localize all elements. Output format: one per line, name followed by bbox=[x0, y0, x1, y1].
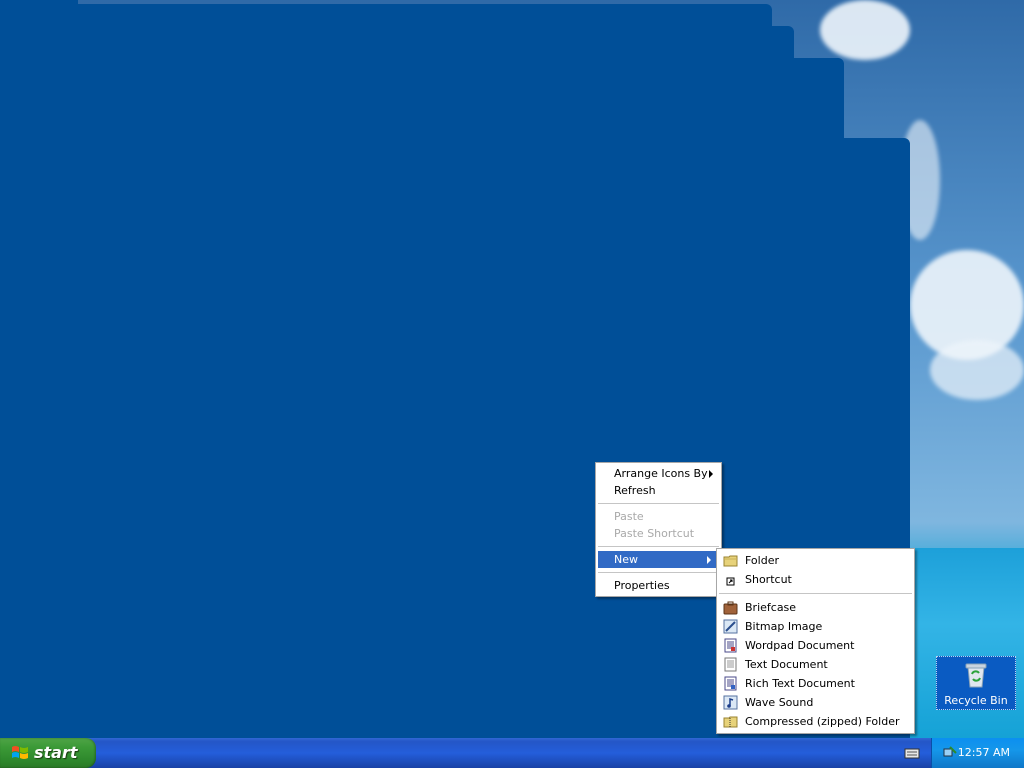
new-submenu: Folder Shortcut Briefcase Bitmap Image W… bbox=[716, 548, 915, 734]
submenu-item-rich-text-document[interactable]: Rich Text Document bbox=[717, 674, 914, 693]
menu-separator bbox=[598, 572, 719, 573]
recycle-bin-label: Recycle Bin bbox=[944, 694, 1008, 707]
menu-item-paste-shortcut[interactable]: Paste Shortcut bbox=[596, 525, 721, 542]
start-button[interactable]: start bbox=[0, 738, 96, 768]
menu-separator bbox=[719, 593, 912, 594]
cloud bbox=[820, 0, 910, 60]
windows-logo-icon bbox=[12, 746, 28, 759]
folder-icon bbox=[723, 555, 738, 567]
zipped-folder-icon bbox=[723, 716, 738, 728]
menu-item-label: Refresh bbox=[614, 484, 656, 497]
submenu-item-briefcase[interactable]: Briefcase bbox=[717, 598, 914, 617]
menu-item-label: Paste bbox=[614, 510, 644, 523]
desktop-context-menu: Arrange Icons By Refresh Paste Paste Sho… bbox=[595, 462, 722, 597]
cloud bbox=[930, 340, 1024, 400]
taskbar: start 12:57 AM bbox=[0, 738, 1024, 768]
keyboard-language-icon[interactable] bbox=[904, 746, 920, 760]
system-tray: 12:57 AM bbox=[931, 738, 1024, 768]
submenu-item-label: Compressed (zipped) Folder bbox=[745, 715, 900, 728]
menu-item-label: New bbox=[614, 553, 638, 566]
submenu-item-label: Text Document bbox=[745, 658, 828, 671]
submenu-item-compressed-folder[interactable]: Compressed (zipped) Folder bbox=[717, 712, 914, 731]
submenu-item-label: Shortcut bbox=[745, 573, 792, 586]
submenu-item-label: Wordpad Document bbox=[745, 639, 855, 652]
submenu-arrow-icon bbox=[707, 556, 711, 564]
submenu-item-label: Bitmap Image bbox=[745, 620, 823, 633]
menu-item-paste[interactable]: Paste bbox=[596, 508, 721, 525]
network-icon[interactable] bbox=[942, 744, 958, 760]
menu-item-arrange-icons-by[interactable]: Arrange Icons By bbox=[596, 465, 721, 482]
menu-item-refresh[interactable]: Refresh bbox=[596, 482, 721, 499]
menu-item-new[interactable]: New bbox=[598, 551, 719, 568]
recycle-bin[interactable]: Recycle Bin bbox=[936, 656, 1016, 710]
submenu-item-label: Wave Sound bbox=[745, 696, 814, 709]
shortcut-icon bbox=[726, 577, 735, 586]
wordpad-document-icon bbox=[724, 638, 737, 653]
rich-text-document-icon bbox=[724, 676, 737, 691]
start-label: start bbox=[34, 743, 78, 762]
submenu-item-shortcut[interactable]: Shortcut bbox=[717, 570, 914, 589]
menu-item-label: Arrange Icons By bbox=[614, 467, 708, 480]
submenu-item-bitmap-image[interactable]: Bitmap Image bbox=[717, 617, 914, 636]
wave-sound-icon bbox=[723, 695, 738, 710]
submenu-item-label: Folder bbox=[745, 554, 779, 567]
menu-separator bbox=[598, 503, 719, 504]
clock[interactable]: 12:57 AM bbox=[958, 746, 1010, 759]
menu-separator bbox=[598, 546, 719, 547]
submenu-item-label: Rich Text Document bbox=[745, 677, 855, 690]
submenu-item-folder[interactable]: Folder bbox=[717, 551, 914, 570]
briefcase-icon bbox=[723, 601, 738, 615]
submenu-item-wave-sound[interactable]: Wave Sound bbox=[717, 693, 914, 712]
recycle-bin-icon bbox=[965, 663, 987, 688]
text-document-icon bbox=[724, 657, 737, 672]
submenu-item-text-document[interactable]: Text Document bbox=[717, 655, 914, 674]
submenu-arrow-icon bbox=[709, 470, 713, 478]
submenu-item-label: Briefcase bbox=[745, 601, 797, 614]
bitmap-image-icon bbox=[723, 619, 738, 634]
submenu-item-wordpad-document[interactable]: Wordpad Document bbox=[717, 636, 914, 655]
menu-item-label: Properties bbox=[614, 579, 670, 592]
menu-item-label: Paste Shortcut bbox=[614, 527, 695, 540]
menu-item-properties[interactable]: Properties bbox=[596, 577, 721, 594]
